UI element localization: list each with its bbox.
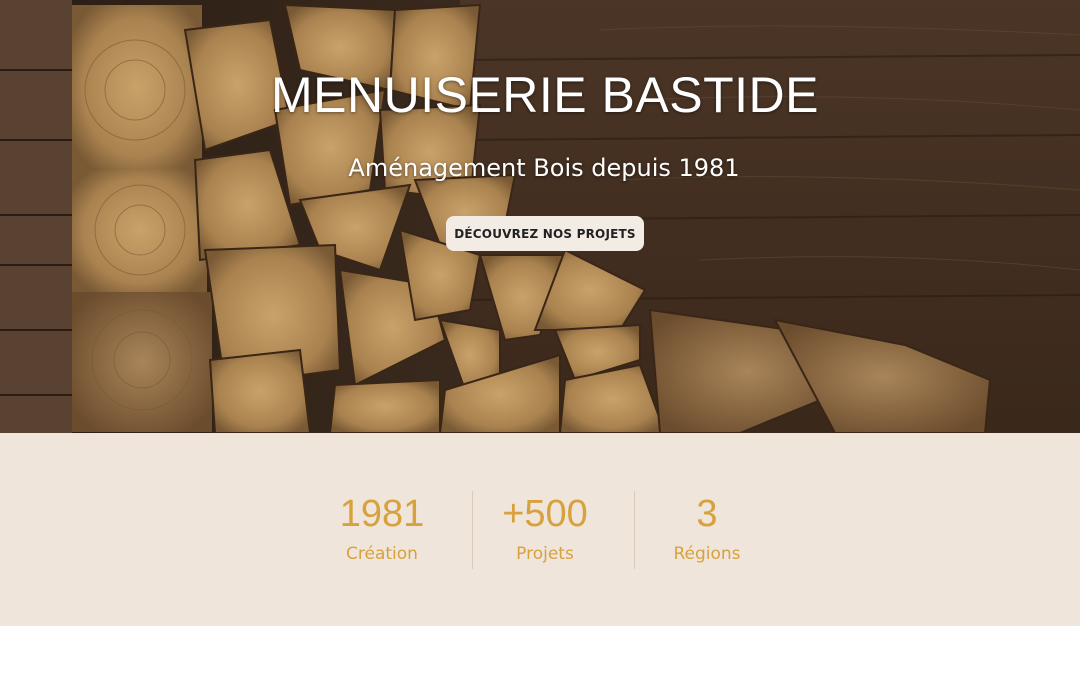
stat-projects: +500 Projets [475, 491, 615, 567]
stat-value: +500 [502, 493, 588, 535]
page-footer-area [0, 626, 1080, 675]
stat-divider [472, 491, 473, 569]
stat-label: Projets [516, 544, 574, 564]
stat-regions: 3 Régions [637, 491, 777, 567]
stat-value: 3 [696, 493, 718, 535]
hero-subtitle: Aménagement Bois depuis 1981 [348, 154, 740, 182]
stat-divider [634, 491, 635, 569]
hero-section: MENUISERIE BASTIDE Aménagement Bois depu… [0, 0, 1080, 433]
stat-value: 1981 [339, 493, 425, 535]
discover-projects-button[interactable]: DÉCOUVREZ NOS PROJETS [446, 216, 644, 251]
stat-creation: 1981 Création [312, 491, 452, 567]
stats-section: 1981 Création +500 Projets 3 Régions [0, 433, 1080, 626]
stat-label: Régions [673, 544, 741, 564]
stat-label: Création [346, 544, 418, 564]
hero-title: MENUISERIE BASTIDE [271, 67, 819, 123]
